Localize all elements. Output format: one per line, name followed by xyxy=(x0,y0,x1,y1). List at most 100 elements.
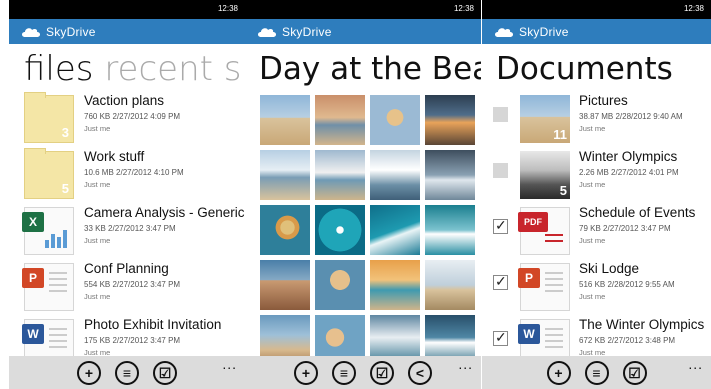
status-bar: 12:38 xyxy=(482,0,711,19)
status-bar: 12:38 xyxy=(9,0,245,19)
photo-thumbnail[interactable] xyxy=(425,205,475,255)
photo-thumbnail[interactable] xyxy=(315,260,365,310)
item-owner: Just me xyxy=(579,124,606,133)
list-item[interactable]: 3 Vaction plans 760 KB 2/27/2012 4:09 PM… xyxy=(9,92,245,151)
chart-bars-icon xyxy=(45,230,67,248)
phone-album-screen: 12:38 SkyDrive Day at the Bea + ≡ ☑ < ..… xyxy=(245,0,481,389)
select-checkbox-checked[interactable] xyxy=(493,329,508,346)
photo-thumbnail[interactable] xyxy=(315,150,365,200)
more-options-icon[interactable]: ... xyxy=(458,356,473,372)
file-list: 3 Vaction plans 760 KB 2/27/2012 4:09 PM… xyxy=(9,92,245,375)
list-item[interactable]: PDF Schedule of Events 79 KB 2/27/2012 3… xyxy=(482,205,711,263)
powerpoint-file-icon: P xyxy=(22,263,74,311)
app-bar: + ≡ ☑ ... xyxy=(482,356,711,389)
more-options-icon[interactable]: ... xyxy=(222,356,237,372)
add-icon[interactable]: + xyxy=(77,360,101,385)
manage-icon[interactable]: ☑ xyxy=(370,360,394,385)
select-list-icon[interactable]: ≡ xyxy=(332,360,356,385)
pivot-tab-recent[interactable]: recent sha xyxy=(104,49,245,89)
select-checkbox[interactable] xyxy=(493,163,508,178)
item-owner: Just me xyxy=(84,292,111,301)
doc-lines-icon xyxy=(49,272,67,296)
status-time: 12:38 xyxy=(683,4,704,13)
doc-lines-icon xyxy=(545,272,563,296)
excel-badge: X xyxy=(22,212,44,232)
folder-thumbnail: 5 xyxy=(520,151,570,199)
list-item[interactable]: 5 Winter Olympics 2.26 MB 2/27/2012 4:01… xyxy=(482,149,711,207)
list-item[interactable]: X Camera Analysis - Generic 33 KB 2/27/2… xyxy=(9,205,245,263)
item-owner: Just me xyxy=(579,236,606,245)
status-time: 12:38 xyxy=(453,4,474,13)
item-count: 11 xyxy=(553,127,567,142)
more-options-icon[interactable]: ... xyxy=(688,356,703,372)
item-name: Camera Analysis - Generic xyxy=(84,205,245,220)
photo-grid xyxy=(260,95,475,365)
doc-lines-icon xyxy=(545,328,563,352)
pdf-badge: PDF xyxy=(518,212,548,232)
item-meta: 175 KB 2/27/2012 3:47 PM xyxy=(84,336,181,345)
app-title: SkyDrive xyxy=(46,24,96,39)
photo-thumbnail[interactable] xyxy=(425,150,475,200)
powerpoint-badge: P xyxy=(22,268,44,288)
doc-lines-icon xyxy=(49,328,67,352)
word-badge: W xyxy=(22,324,44,344)
app-titlebar: SkyDrive xyxy=(245,19,481,44)
album-title: Day at the Bea xyxy=(259,51,481,87)
photo-thumbnail[interactable] xyxy=(370,150,420,200)
item-name: Schedule of Events xyxy=(579,205,696,220)
item-count: 3 xyxy=(61,125,69,140)
list-item[interactable]: 11 Pictures 38.87 MB 2/28/2012 9:40 AM J… xyxy=(482,93,711,151)
pivot-tab-files[interactable]: files xyxy=(24,49,94,89)
document-list: 11 Pictures 38.87 MB 2/28/2012 9:40 AM J… xyxy=(482,93,711,375)
item-name: Vaction plans xyxy=(84,93,165,108)
select-checkbox-checked[interactable] xyxy=(493,217,508,234)
item-meta: 79 KB 2/27/2012 3:47 PM xyxy=(579,224,671,233)
add-icon[interactable]: + xyxy=(546,360,571,385)
photo-thumbnail[interactable] xyxy=(425,260,475,310)
photo-thumbnail[interactable] xyxy=(260,205,310,255)
acrobat-icon xyxy=(545,234,563,246)
app-titlebar: SkyDrive xyxy=(482,19,711,44)
photo-thumbnail[interactable] xyxy=(425,95,475,145)
pdf-file-icon: PDF xyxy=(518,207,570,255)
select-checkbox[interactable] xyxy=(493,107,508,122)
list-item[interactable]: P Conf Planning 554 KB 2/27/2012 3:47 PM… xyxy=(9,261,245,319)
add-icon[interactable]: + xyxy=(294,360,318,385)
photo-thumbnail[interactable] xyxy=(370,205,420,255)
item-meta: 516 KB 2/28/2012 9:55 AM xyxy=(579,280,675,289)
item-name: Work stuff xyxy=(84,149,145,164)
item-name: Pictures xyxy=(579,93,628,108)
page-title: Documents xyxy=(496,51,673,87)
photo-thumbnail[interactable] xyxy=(315,205,365,255)
phone-documents-screen: 12:38 SkyDrive Documents 11 Pictures 38.… xyxy=(482,0,711,389)
photo-thumbnail[interactable] xyxy=(370,95,420,145)
powerpoint-file-icon: P xyxy=(518,263,570,311)
manage-icon[interactable]: ☑ xyxy=(153,360,177,385)
item-owner: Just me xyxy=(84,236,111,245)
word-badge: W xyxy=(518,324,540,344)
skydrive-cloud-icon xyxy=(258,27,276,37)
phone-files-screen: 12:38 SkyDrive files recent sha 3 Vactio… xyxy=(9,0,245,389)
item-owner: Just me xyxy=(579,180,606,189)
photo-thumbnail[interactable] xyxy=(260,150,310,200)
select-list-icon[interactable]: ≡ xyxy=(584,360,609,385)
item-owner: Just me xyxy=(84,124,111,133)
select-list-icon[interactable]: ≡ xyxy=(115,360,139,385)
app-bar: + ≡ ☑ ... xyxy=(9,356,245,389)
select-checkbox-checked[interactable] xyxy=(493,273,508,290)
list-item[interactable]: 5 Work stuff 10.6 MB 2/27/2012 4:10 PM J… xyxy=(9,148,245,207)
item-meta: 33 KB 2/27/2012 3:47 PM xyxy=(84,224,176,233)
item-owner: Just me xyxy=(579,292,606,301)
item-name: Photo Exhibit Invitation xyxy=(84,317,222,332)
folder-thumbnail: 11 xyxy=(520,95,570,143)
list-item[interactable]: P Ski Lodge 516 KB 2/28/2012 9:55 AM Jus… xyxy=(482,261,711,319)
manage-icon[interactable]: ☑ xyxy=(622,360,647,385)
item-owner: Just me xyxy=(84,180,111,189)
share-icon[interactable]: < xyxy=(408,360,432,385)
photo-thumbnail[interactable] xyxy=(370,260,420,310)
photo-thumbnail[interactable] xyxy=(260,260,310,310)
item-count: 5 xyxy=(61,181,69,196)
photo-thumbnail[interactable] xyxy=(260,95,310,145)
item-meta: 2.26 MB 2/27/2012 4:01 PM xyxy=(579,168,679,177)
photo-thumbnail[interactable] xyxy=(315,95,365,145)
